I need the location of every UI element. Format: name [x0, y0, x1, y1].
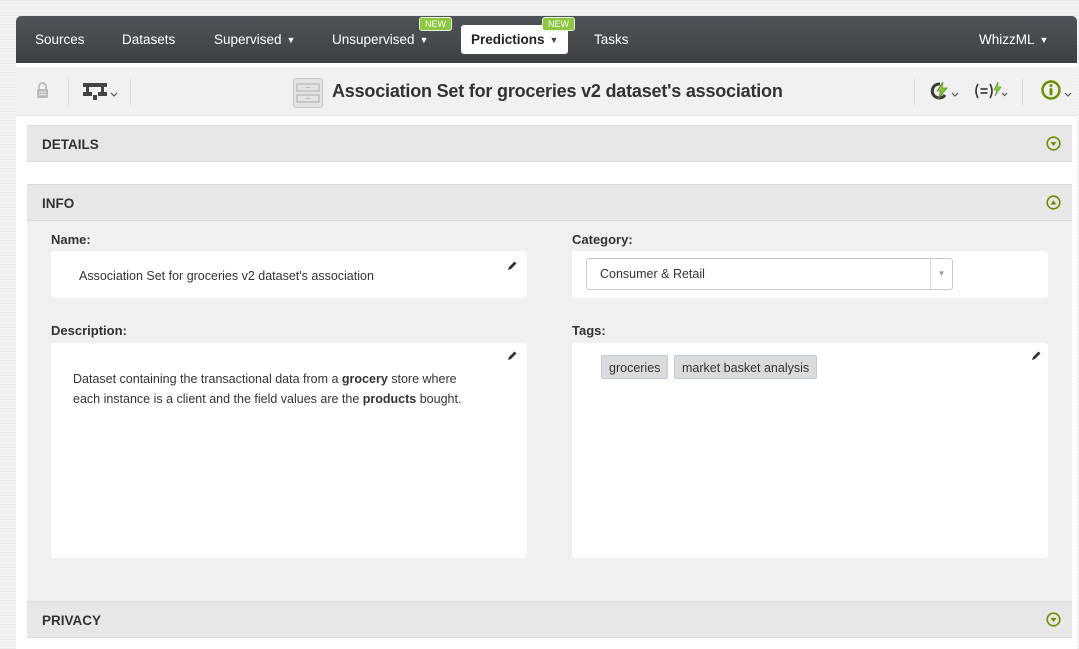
description-line-1: Dataset containing the transactional dat… — [73, 369, 503, 389]
privacy-panel-header[interactable]: PRIVACY — [27, 601, 1072, 638]
description-text-part: store where — [387, 372, 457, 386]
expand-circle-icon[interactable] — [1046, 136, 1061, 154]
tag-item[interactable]: groceries — [601, 355, 669, 379]
lock-icon[interactable] — [36, 82, 49, 102]
description-bold-word: grocery — [341, 372, 388, 386]
nav-whizzml[interactable]: WhizzML ▼ — [979, 16, 1048, 63]
details-panel-header[interactable]: DETAILS — [27, 125, 1072, 162]
description-text-part: each instance is a client and the field … — [73, 392, 363, 406]
toolbar-divider — [68, 79, 69, 105]
chevron-down-icon[interactable]: ▼ — [930, 259, 952, 289]
nav-supervised-label: Supervised — [214, 32, 282, 47]
top-navigation: Sources Datasets Supervised ▼ Unsupervise… — [16, 16, 1077, 63]
description-bold-word: products — [362, 392, 417, 406]
tag-item[interactable]: market basket analysis — [674, 355, 818, 379]
edit-name-pencil-icon[interactable] — [506, 260, 518, 275]
nav-whizzml-label: WhizzML — [979, 32, 1035, 47]
nav-supervised[interactable]: Supervised ▼ — [214, 16, 295, 63]
info-circle-icon[interactable] — [1041, 80, 1073, 105]
toolbar-divider — [914, 79, 915, 105]
refresh-lightning-icon[interactable] — [928, 81, 960, 104]
category-label: Category: — [572, 232, 633, 247]
page-title: Association Set for groceries v2 dataset… — [332, 81, 783, 101]
description-label: Description: — [51, 323, 127, 338]
caret-down-icon: ▼ — [1039, 35, 1049, 45]
association-set-icon — [293, 78, 323, 111]
nav-unsupervised[interactable]: Unsupervised ▼ — [332, 16, 428, 63]
description-text-part: bought. — [416, 392, 462, 406]
nav-predictions-label: Predictions — [471, 32, 545, 47]
category-select[interactable]: Consumer & Retail ▼ — [586, 258, 953, 290]
formula-lightning-icon[interactable] — [974, 81, 1008, 104]
dag-tree-icon[interactable] — [83, 82, 119, 103]
new-badge-predictions: NEW — [542, 17, 575, 31]
category-value: Consumer & Retail — [600, 267, 705, 281]
edit-tags-pencil-icon[interactable] — [1030, 350, 1042, 365]
nav-unsupervised-label: Unsupervised — [332, 32, 415, 47]
caret-down-icon: ▼ — [286, 35, 296, 45]
tags-label: Tags: — [572, 323, 606, 338]
nav-sources[interactable]: Sources — [35, 16, 85, 63]
edit-description-pencil-icon[interactable] — [506, 350, 518, 365]
nav-tasks[interactable]: Tasks — [594, 16, 629, 63]
toolbar-divider — [1022, 79, 1023, 105]
description-text-part: Dataset containing the transactional dat… — [73, 372, 342, 386]
info-panel-title: INFO — [42, 196, 75, 211]
nav-datasets[interactable]: Datasets — [122, 16, 175, 63]
resource-toolbar: Association Set for groceries v2 dataset… — [16, 67, 1077, 116]
privacy-panel-title: PRIVACY — [42, 613, 102, 628]
description-line-2: each instance is a client and the field … — [73, 389, 503, 409]
collapse-circle-icon[interactable] — [1046, 195, 1061, 213]
info-panel-header[interactable]: INFO — [27, 184, 1072, 221]
details-panel-title: DETAILS — [42, 137, 99, 152]
description-text: Dataset containing the transactional dat… — [73, 369, 503, 409]
expand-circle-icon[interactable] — [1046, 612, 1061, 630]
toolbar-divider — [130, 79, 131, 105]
name-label: Name: — [51, 232, 91, 247]
name-value: Association Set for groceries v2 dataset… — [79, 269, 374, 283]
new-badge-unsupervised: NEW — [419, 17, 452, 31]
